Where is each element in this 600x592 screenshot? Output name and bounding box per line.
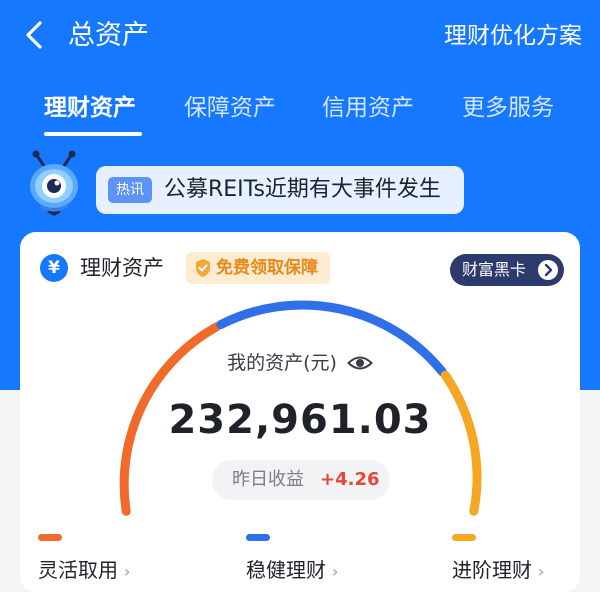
chevron-right-icon: › — [538, 562, 545, 581]
tab-more-services[interactable]: 更多服务 — [462, 88, 554, 128]
yesterday-earnings-pill[interactable]: 昨日收益 +4.26 — [212, 460, 390, 500]
my-assets-label-row: 我的资产(元) — [20, 348, 580, 378]
active-tab-indicator — [44, 132, 142, 136]
asset-tabs: 理财资产 保障资产 信用资产 更多服务 — [0, 88, 600, 138]
legend-advanced[interactable]: 进阶理财 › — [452, 534, 544, 587]
tab-wealth-assets[interactable]: 理财资产 — [44, 88, 136, 128]
promo-label: 免费领取保障 — [216, 258, 318, 278]
news-banner[interactable]: 热讯 公募REITs近期有大事件发生 — [96, 166, 464, 214]
legend-stable-label: 稳健理财 — [246, 558, 326, 582]
yesterday-earnings-value: +4.26 — [320, 469, 380, 490]
wealth-assets-card: ¥ 理财资产 免费领取保障 财富黑卡 我的资产(元) 232,961.03 昨日… — [20, 232, 580, 592]
black-card-label: 财富黑卡 — [462, 260, 527, 279]
shield-icon — [196, 259, 210, 277]
chevron-right-icon: › — [124, 562, 131, 581]
top-bar: 总资产 理财优化方案 — [0, 0, 600, 72]
page-title: 总资产 — [68, 20, 149, 51]
yesterday-earnings-label: 昨日收益 — [232, 469, 304, 490]
news-tag-badge: 热讯 — [108, 177, 152, 203]
card-title: 理财资产 — [80, 256, 164, 280]
legend-flexible-label: 灵活取用 — [38, 558, 118, 582]
tab-credit-assets[interactable]: 信用资产 — [322, 88, 414, 128]
wealth-black-card-button[interactable]: 财富黑卡 — [450, 254, 564, 286]
chevron-right-icon: › — [332, 562, 339, 581]
news-headline: 公募REITs近期有大事件发生 — [164, 177, 441, 202]
chevron-right-icon — [538, 260, 558, 280]
tab-insurance-assets[interactable]: 保障资产 — [184, 88, 276, 128]
legend-advanced-dot — [452, 534, 476, 541]
legend-flexible-dot — [38, 534, 62, 541]
total-assets-amount: 232,961.03 — [168, 397, 432, 443]
legend-flexible[interactable]: 灵活取用 › — [38, 534, 130, 587]
yen-icon: ¥ — [40, 254, 68, 282]
free-insurance-button[interactable]: 免费领取保障 — [186, 252, 330, 284]
eye-icon[interactable] — [346, 354, 373, 372]
optimization-plan-link[interactable]: 理财优化方案 — [444, 14, 582, 58]
legend-stable[interactable]: 稳健理财 › — [246, 534, 338, 587]
legend-advanced-label: 进阶理财 — [452, 558, 532, 582]
back-arrow-icon[interactable] — [18, 18, 52, 52]
my-assets-label: 我的资产(元) — [227, 352, 337, 374]
ant-mascot-icon[interactable] — [22, 150, 86, 222]
legend-stable-dot — [246, 534, 270, 541]
